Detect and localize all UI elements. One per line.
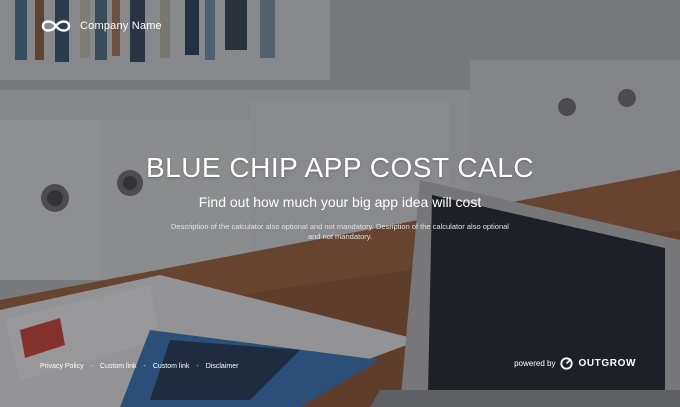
powered-by-label: powered by (514, 359, 556, 368)
footer-separator: - (143, 363, 146, 370)
footer-link-custom-2[interactable]: Custom link (153, 363, 190, 370)
landing-page: Company Name BLUE CHIP APP COST CALC Fin… (0, 0, 680, 407)
company-name[interactable]: Company Name (80, 20, 162, 32)
hero: BLUE CHIP APP COST CALC Find out how muc… (0, 152, 680, 242)
outgrow-logo-icon (560, 357, 574, 370)
outgrow-brand-name: OUTGROW (578, 358, 636, 369)
footer-link-privacy-policy[interactable]: Privacy Policy (40, 363, 84, 370)
page-description: Description of the calculator also optio… (171, 222, 509, 241)
footer-separator: - (196, 363, 199, 370)
page-subtitle: Find out how much your big app idea will… (198, 194, 482, 210)
footer-separator: - (90, 363, 93, 370)
page-title: BLUE CHIP APP COST CALC (145, 152, 535, 183)
infinity-icon[interactable] (40, 18, 72, 34)
powered-by-outgrow[interactable]: powered by OUTGROW (514, 357, 636, 370)
footer-link-custom-1[interactable]: Custom link (100, 363, 137, 370)
footer-links: Privacy Policy - Custom link - Custom li… (40, 363, 238, 370)
footer-link-disclaimer[interactable]: Disclaimer (206, 363, 239, 370)
header: Company Name (40, 18, 162, 34)
